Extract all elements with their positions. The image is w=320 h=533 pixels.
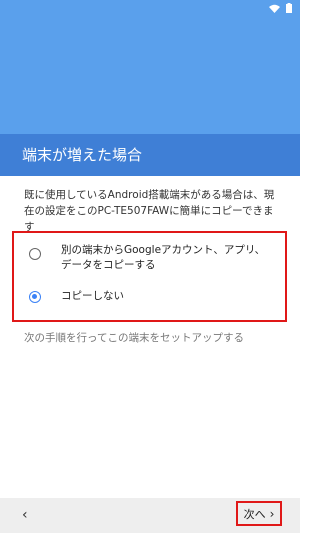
- bottom-nav-bar: ‹ 次へ ›: [0, 498, 300, 533]
- options-group: 別の端末からGoogleアカウント、アプリ、データをコピーする コピーしない: [12, 231, 287, 322]
- top-banner: [0, 0, 300, 134]
- chevron-right-icon: ›: [269, 506, 275, 521]
- setup-instruction: 次の手順を行ってこの端末をセットアップする: [24, 332, 244, 344]
- option-label: コピーしない: [61, 290, 124, 302]
- description-text: 既に使用しているAndroid搭載端末がある場合は、現在の設定をこのPC-TE5…: [24, 189, 275, 233]
- page-header: 端末が増えた場合: [0, 134, 300, 176]
- radio-unselected-icon[interactable]: [29, 248, 41, 260]
- page-title: 端末が増えた場合: [22, 146, 143, 164]
- status-bar: [269, 3, 292, 13]
- option-label: 別の端末からGoogleアカウント、アプリ、データをコピーする: [61, 244, 266, 271]
- battery-icon: [286, 3, 292, 13]
- next-button[interactable]: 次へ ›: [236, 501, 282, 526]
- radio-selected-icon[interactable]: [29, 291, 41, 303]
- next-button-label: 次へ: [243, 507, 266, 521]
- back-chevron-icon[interactable]: ‹: [22, 507, 28, 523]
- wifi-icon: [269, 4, 280, 13]
